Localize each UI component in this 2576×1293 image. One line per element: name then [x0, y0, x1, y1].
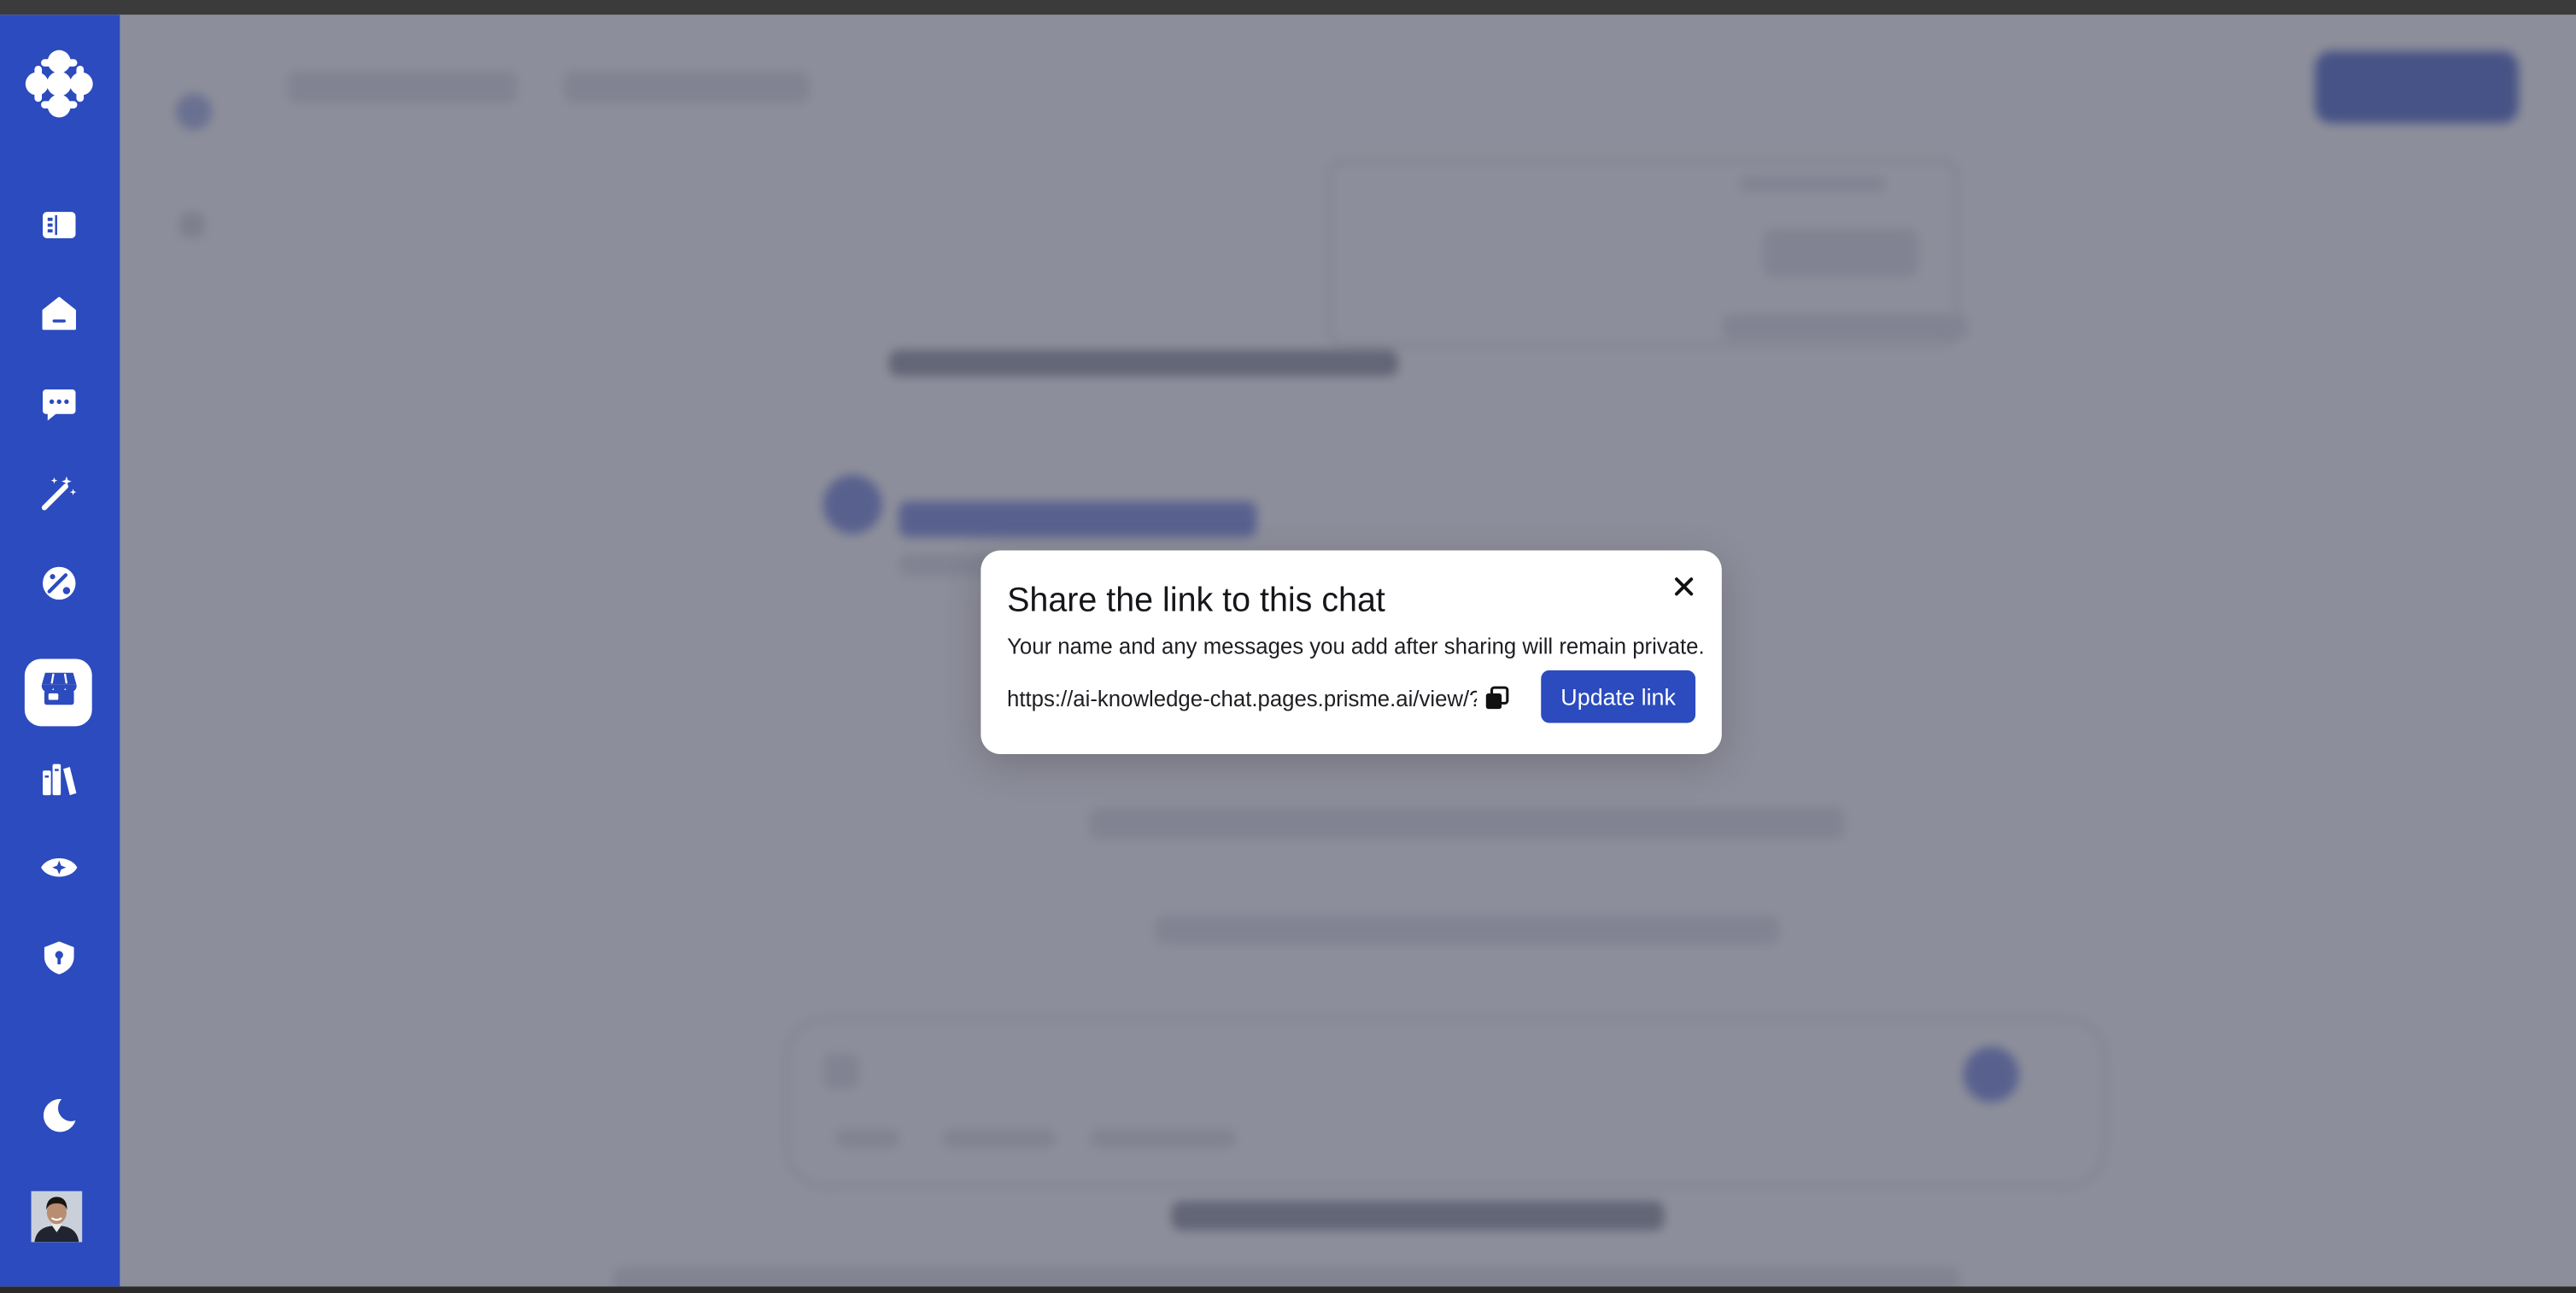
sidebar-item-insights[interactable] [25, 838, 92, 905]
update-link-button[interactable]: Update link [1541, 670, 1696, 723]
home-icon [40, 295, 76, 340]
share-link-field[interactable] [1007, 682, 1478, 715]
sidebar-item-tools[interactable] [25, 553, 92, 621]
tools-icon [40, 565, 76, 610]
sidebar-item-home[interactable] [25, 284, 92, 352]
close-icon [1674, 575, 1694, 605]
sidebar [0, 15, 120, 1287]
magic-wand-icon [40, 475, 76, 519]
modal-title: Share the link to this chat [1007, 582, 1385, 620]
sidebar-item-magic[interactable] [25, 464, 92, 531]
sidebar-item-dashboard[interactable] [25, 196, 92, 263]
chat-bubble-icon [40, 386, 76, 430]
copy-link-button[interactable] [1480, 685, 1513, 717]
close-button[interactable] [1669, 575, 1699, 605]
store-icon [38, 669, 78, 717]
copy-icon [1484, 684, 1510, 718]
moon-icon [38, 1096, 78, 1144]
user-avatar[interactable] [31, 1191, 83, 1243]
window-top-bar [0, 0, 2576, 15]
cbc-gem-logo-icon[interactable] [25, 50, 94, 119]
sidebar-item-store[interactable] [24, 658, 92, 727]
eye-icon [38, 850, 78, 894]
dashboard-icon [40, 207, 76, 251]
modal-description: Your name and any messages you add after… [1007, 634, 1705, 659]
sidebar-item-chat[interactable] [25, 375, 92, 442]
shield-lock-icon [40, 939, 76, 984]
library-icon [40, 761, 76, 805]
sidebar-item-library[interactable] [25, 749, 92, 816]
screen: Share the link to this chat Your name an… [0, 0, 2576, 1293]
share-link-modal: Share the link to this chat Your name an… [981, 550, 1722, 755]
window-bottom-edge [0, 1286, 2576, 1293]
sidebar-item-security[interactable] [25, 928, 92, 996]
theme-toggle[interactable] [25, 1086, 92, 1154]
